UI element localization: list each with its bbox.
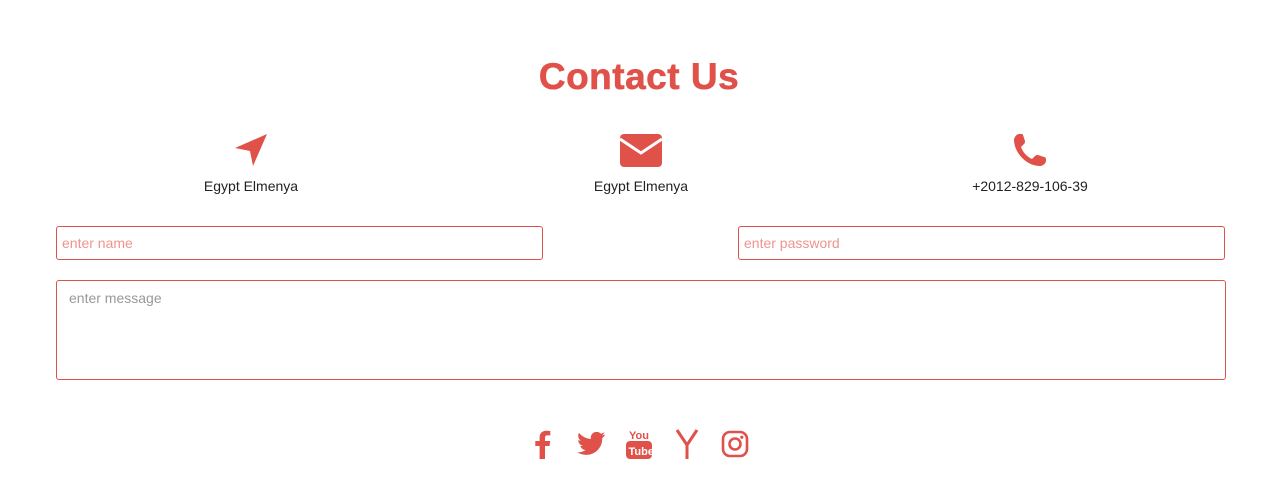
facebook-link[interactable] [519, 424, 567, 464]
y-combinator-icon [675, 429, 699, 459]
instagram-icon [721, 430, 749, 458]
contact-section: Contact Us Egypt Elmenya Egypt Elmenya +… [0, 0, 1278, 499]
facebook-icon [535, 429, 551, 459]
svg-text:Tube: Tube [629, 446, 653, 458]
phone-text: +2012-829-106-39 [972, 178, 1088, 194]
contact-info-email: Egypt Elmenya [541, 130, 741, 194]
phone-icon [930, 130, 1130, 170]
location-arrow-icon [151, 130, 351, 170]
password-input[interactable] [738, 226, 1225, 260]
youtube-icon: You Tube [626, 428, 652, 460]
contact-info-location: Egypt Elmenya [151, 130, 351, 194]
twitter-icon [577, 432, 605, 456]
instagram-link[interactable] [711, 424, 759, 464]
page-title: Contact Us [538, 56, 740, 98]
youtube-link[interactable]: You Tube [615, 424, 663, 464]
location-text: Egypt Elmenya [203, 178, 299, 194]
contact-info-phone: +2012-829-106-39 [930, 130, 1130, 194]
message-textarea[interactable] [56, 280, 1226, 380]
svg-text:You: You [629, 430, 649, 442]
email-text: Egypt Elmenya [593, 178, 689, 194]
y-combinator-link[interactable] [663, 424, 711, 464]
name-input[interactable] [56, 226, 543, 260]
twitter-link[interactable] [567, 424, 615, 464]
envelope-icon [541, 130, 741, 170]
social-links: You Tube [0, 424, 1278, 464]
